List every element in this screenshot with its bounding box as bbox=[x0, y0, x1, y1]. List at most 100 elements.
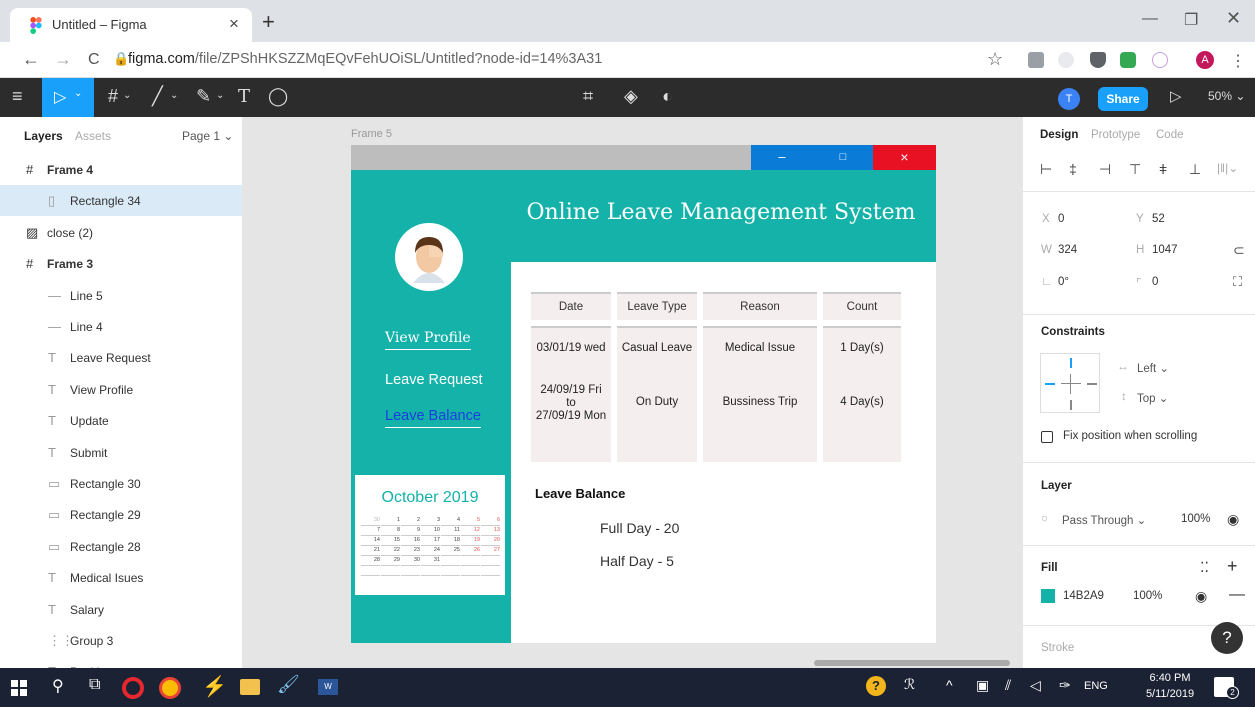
rotation-input[interactable]: 0° bbox=[1058, 276, 1069, 288]
blend-mode-select[interactable]: Pass Through ⌄ bbox=[1062, 513, 1146, 527]
task-view-icon[interactable]: ⧉ bbox=[89, 676, 100, 694]
grammarly-extension-icon[interactable] bbox=[1120, 52, 1136, 68]
horizontal-constraint-select[interactable]: Left ⌄ bbox=[1137, 361, 1169, 375]
minimize-button[interactable]: – bbox=[751, 145, 813, 170]
layer-row[interactable]: T Leave Request bbox=[0, 342, 242, 373]
download-extension-icon[interactable] bbox=[1028, 52, 1044, 68]
frame-5[interactable]: – □ × Online Leave Management System Vie… bbox=[351, 145, 936, 643]
window-restore-icon[interactable]: ❐ bbox=[1184, 10, 1198, 30]
nav-leave-balance[interactable]: Leave Balance bbox=[385, 408, 481, 428]
comment-tool-icon[interactable]: ◯ bbox=[268, 86, 288, 107]
distribute-icon[interactable]: |‖|⌄ bbox=[1217, 161, 1238, 175]
language-indicator[interactable]: ENG bbox=[1084, 680, 1108, 692]
browser-menu-icon[interactable]: ⋮ bbox=[1230, 51, 1246, 71]
network-icon[interactable]: ▣ bbox=[976, 677, 989, 694]
volume-icon[interactable]: ◁ bbox=[1030, 677, 1041, 694]
windows-start-icon[interactable] bbox=[11, 680, 27, 696]
tab-design[interactable]: Design bbox=[1040, 129, 1078, 141]
x-input[interactable]: 0 bbox=[1058, 213, 1064, 225]
search-icon[interactable]: ⚲ bbox=[52, 676, 64, 696]
present-play-icon[interactable]: ▷ bbox=[1170, 87, 1182, 105]
tab-code[interactable]: Code bbox=[1156, 129, 1184, 141]
reload-icon[interactable]: C bbox=[88, 51, 100, 69]
word-icon[interactable]: W bbox=[318, 679, 338, 695]
layer-row[interactable]: TPosition bbox=[0, 656, 242, 668]
layer-row[interactable]: T View Profile bbox=[0, 374, 242, 405]
pen-workspace-icon[interactable]: ✑ bbox=[1059, 677, 1071, 694]
close-button[interactable]: × bbox=[873, 145, 936, 170]
layer-row[interactable]: T Submit bbox=[0, 437, 242, 468]
layer-row[interactable]: ▭ Rectangle 30 bbox=[0, 468, 242, 499]
y-input[interactable]: 52 bbox=[1152, 213, 1165, 225]
layer-row[interactable]: T Medical Isues bbox=[0, 562, 242, 593]
browser-tab[interactable]: Untitled – Figma × bbox=[10, 8, 252, 42]
opera-browser-icon[interactable] bbox=[122, 677, 144, 699]
layer-row[interactable]: # Frame 3 bbox=[0, 248, 242, 279]
new-tab-button[interactable]: + bbox=[262, 9, 275, 35]
extension-icon[interactable] bbox=[1058, 52, 1074, 68]
layer-row[interactable]: ▭ Rectangle 28 bbox=[0, 531, 242, 562]
layer-row[interactable]: # Frame 4 bbox=[0, 154, 242, 185]
user-avatar[interactable]: T bbox=[1058, 88, 1080, 110]
frame-selection-icon[interactable]: ⌗ bbox=[583, 86, 593, 107]
fill-hex-input[interactable]: 14B2A9 bbox=[1063, 590, 1104, 602]
forward-icon[interactable]: → bbox=[54, 49, 72, 70]
design-canvas[interactable]: Frame 5 – □ × Online Leave Management Sy… bbox=[243, 117, 1022, 668]
layer-row[interactable]: ▨ close (2) bbox=[0, 217, 242, 248]
window-close-icon[interactable]: ✕ bbox=[1226, 8, 1241, 29]
text-tool-icon[interactable]: T bbox=[238, 86, 250, 107]
fill-opacity-input[interactable]: 100% bbox=[1133, 590, 1162, 602]
fill-styles-icon[interactable]: ⁚⁚ bbox=[1200, 559, 1209, 576]
hamburger-menu-icon[interactable]: ≡ bbox=[12, 86, 23, 107]
chevron-down-icon[interactable]: ⌄ bbox=[216, 90, 224, 101]
clock-time[interactable]: 6:40 PM bbox=[1140, 672, 1200, 684]
layer-row[interactable]: T Salary bbox=[0, 594, 242, 625]
align-left-icon[interactable]: ⊢ bbox=[1040, 161, 1052, 178]
vertical-constraint-select[interactable]: Top ⌄ bbox=[1137, 391, 1168, 405]
chevron-down-icon[interactable]: ⌄ bbox=[170, 90, 178, 101]
help-button[interactable]: ? bbox=[1211, 622, 1243, 654]
layer-row[interactable]: — Line 5 bbox=[0, 280, 242, 311]
zoom-selector[interactable]: 50% ⌄ bbox=[1208, 89, 1245, 103]
align-center-h-icon[interactable]: ‡ bbox=[1069, 161, 1077, 177]
maximize-button[interactable]: □ bbox=[813, 145, 873, 170]
frame-label[interactable]: Frame 5 bbox=[351, 128, 392, 140]
layer-opacity-input[interactable]: 100% bbox=[1181, 513, 1210, 525]
clock-date[interactable]: 5/11/2019 bbox=[1140, 688, 1200, 700]
add-fill-icon[interactable]: + bbox=[1227, 556, 1238, 577]
h-input[interactable]: 1047 bbox=[1152, 244, 1178, 256]
nav-leave-request[interactable]: Leave Request bbox=[385, 372, 483, 388]
horizontal-scrollbar[interactable] bbox=[814, 660, 1010, 666]
w-input[interactable]: 324 bbox=[1058, 244, 1077, 256]
align-right-icon[interactable]: ⊣ bbox=[1099, 161, 1111, 178]
layer-row[interactable]: — Line 4 bbox=[0, 311, 242, 342]
nav-view-profile[interactable]: View Profile bbox=[385, 330, 471, 350]
align-top-icon[interactable]: ⊤ bbox=[1129, 161, 1141, 178]
tab-prototype[interactable]: Prototype bbox=[1091, 129, 1140, 141]
people-icon[interactable]: ℛ bbox=[904, 676, 915, 693]
pen-tool-icon[interactable]: ✎ bbox=[196, 86, 211, 107]
mask-icon[interactable]: ◐ bbox=[662, 86, 673, 107]
tray-chevron-up-icon[interactable]: ^ bbox=[946, 677, 953, 693]
profile-avatar[interactable]: A bbox=[1196, 51, 1214, 69]
fix-position-checkbox[interactable] bbox=[1041, 431, 1053, 443]
constraint-widget[interactable] bbox=[1040, 353, 1100, 413]
url-field[interactable]: figma.com/file/ZPShHKSZZMqEQvFehUOiSL/Un… bbox=[128, 51, 602, 67]
page-selector[interactable]: Page 1 ⌄ bbox=[182, 129, 233, 143]
line-tool-icon[interactable]: ╱ bbox=[152, 86, 163, 107]
window-minimize-icon[interactable]: — bbox=[1142, 10, 1158, 28]
tab-assets[interactable]: Assets bbox=[75, 129, 111, 143]
align-bottom-icon[interactable]: ⊥ bbox=[1189, 161, 1201, 178]
back-icon[interactable]: ← bbox=[22, 49, 40, 70]
shield-extension-icon[interactable] bbox=[1090, 52, 1106, 68]
fill-color-swatch[interactable] bbox=[1041, 589, 1055, 603]
constrain-proportions-icon[interactable]: ⊂ bbox=[1233, 242, 1245, 259]
paint-icon[interactable]: 🖌 bbox=[277, 674, 300, 695]
help-tray-icon[interactable]: ? bbox=[866, 676, 886, 696]
layer-row[interactable]: ▭ Rectangle 29 bbox=[0, 499, 242, 530]
layer-row[interactable]: ▯ Rectangle 34 bbox=[0, 185, 242, 217]
vscode-icon[interactable]: ⚡ bbox=[202, 674, 227, 699]
move-tool-button[interactable]: ▷ ⌄ bbox=[42, 78, 94, 117]
file-explorer-icon[interactable] bbox=[240, 679, 260, 695]
fill-visibility-eye-icon[interactable]: ◉ bbox=[1195, 588, 1207, 605]
